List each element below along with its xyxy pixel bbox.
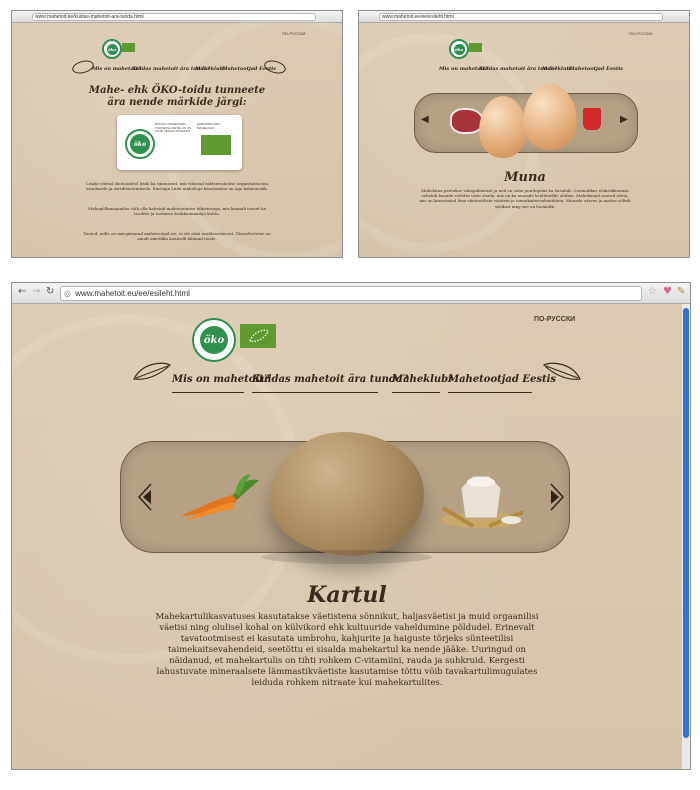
language-link[interactable]: ПО-РУССКИ: [534, 316, 575, 323]
eu-organic-logo: [469, 43, 482, 52]
browser-chrome: ← → ↻ ◎ www.mahetoit.eu/ee/esileht.html …: [12, 283, 690, 304]
forward-icon[interactable]: →: [32, 286, 40, 297]
eco-logo-text: öko: [200, 326, 228, 354]
nav-organic-club[interactable]: Maheklubi: [392, 374, 452, 385]
carousel-prev-arrow-icon[interactable]: ◀: [421, 114, 429, 125]
scrollbar-thumb[interactable]: [683, 308, 689, 738]
url-text: www.mahetoit.eu/ee/esileht.html: [75, 289, 190, 298]
potato-shadow: [262, 550, 432, 564]
carrot-image: [181, 474, 259, 520]
page-heading: Mahe- ehk ÖKO-toidu tunneete ära nende m…: [88, 85, 266, 108]
grain-flour-image: [441, 475, 524, 528]
eu-leaf-icon: [249, 329, 269, 343]
potato-image: [270, 432, 424, 556]
bookmark-star-icon[interactable]: ☆: [648, 286, 657, 297]
nav-organic-club[interactable]: Maheklubi: [195, 66, 225, 72]
nav-organic-producers[interactable]: Mahetootjad Eestis: [222, 66, 276, 72]
intro-paragraph: Lisaks võivad ökotoodetel leida ka tunnu…: [85, 181, 269, 192]
eco-logo[interactable]: öko: [192, 318, 236, 362]
nav-organic-producers[interactable]: Mahetootjad Eestis: [448, 374, 556, 385]
product-description: Mahekartulikasvatuses kasutatakse väetis…: [155, 612, 539, 689]
address-bar[interactable]: ◎ www.mahetoit.eu/ee/esileht.html: [60, 286, 642, 301]
carousel-prev-arrow-icon[interactable]: [137, 482, 153, 512]
browser-chrome: www.mahetoit.ee/ee/esileht.html: [359, 11, 689, 23]
nav-underline: [392, 392, 440, 393]
mug-image: [583, 108, 601, 130]
estonian-label-caption: RIIKLIKU MAHETOIDU TOODETE LOETELUS ON O…: [155, 122, 192, 134]
nav-underline: [252, 392, 378, 393]
egg-right-image: [523, 84, 577, 150]
eco-logo[interactable]: öko: [102, 39, 122, 59]
nav-how-to-recognize[interactable]: Kuidas mahetoit ära tunda?: [252, 374, 408, 385]
estonian-eco-label-icon: öko: [125, 129, 155, 159]
carousel-next-arrow-icon[interactable]: [549, 482, 565, 512]
nav-organic-producers[interactable]: Mahetootjad Eestis: [569, 66, 623, 72]
heart-icon[interactable]: ♥: [663, 286, 672, 297]
eu-organic-logo: [240, 324, 276, 348]
nav-organic-club[interactable]: Maheklubi: [542, 66, 572, 72]
nav-underline: [172, 392, 244, 393]
nav-underline: [448, 392, 532, 393]
product-description: Mahekanu peetakse vabapidamisel ja neil …: [419, 188, 631, 209]
product-title: Kartul: [307, 582, 387, 608]
address-bar[interactable]: www.mahetoit.ee/ee/esileht.html: [379, 13, 663, 21]
left-leaf-icon: [133, 362, 172, 380]
screenshot-egg-product: www.mahetoit.ee/ee/esileht.html ПО-РУССК…: [358, 10, 690, 258]
page-background: ПО-РУССКИ öko Mis on mahetoit? Kuidas ma…: [12, 13, 342, 257]
eco-logo[interactable]: öko: [449, 39, 469, 59]
product-title: Muna: [504, 170, 546, 185]
back-icon[interactable]: ←: [18, 286, 26, 297]
extension-icon[interactable]: ✎: [677, 286, 685, 297]
reload-icon[interactable]: ↻: [46, 286, 54, 297]
eu-label-caption: EUROOPA LIIDU MAHELOGO: [197, 122, 221, 130]
page-icon: ◎: [64, 289, 71, 298]
egg-left-image: [479, 96, 527, 158]
eu-organic-logo: [122, 43, 135, 52]
language-link[interactable]: ПО-РУССКИ: [629, 31, 652, 36]
page-background: ПО-РУССКИ öko Mis on mahetoit? Kuidas ma…: [12, 304, 682, 769]
third-paragraph: Tooted, mille on märgistanud mahetootjad…: [83, 231, 271, 242]
language-link[interactable]: ПО-РУССКИ: [282, 31, 305, 36]
screenshot-potato-product: ← → ↻ ◎ www.mahetoit.eu/ee/esileht.html …: [11, 282, 691, 770]
eu-label-icon: [201, 135, 231, 155]
carousel-next-arrow-icon[interactable]: ▶: [620, 114, 628, 125]
second-paragraph: Mahepõllumajandus võib olla kaitstud mah…: [88, 206, 266, 217]
labels-card: öko RIIKLIKU MAHETOIDU TOODETE LOETELUS …: [117, 115, 242, 170]
scrollbar[interactable]: [682, 304, 690, 769]
page-background: ПО-РУССКИ öko Mis on mahetoit? Kuidas ma…: [359, 23, 689, 257]
product-carousel: ◀ ▶: [414, 84, 638, 158]
screenshot-how-to-recognize: www.mahetoit.ee/kuidas-mahetoit-ara-tund…: [11, 10, 343, 258]
